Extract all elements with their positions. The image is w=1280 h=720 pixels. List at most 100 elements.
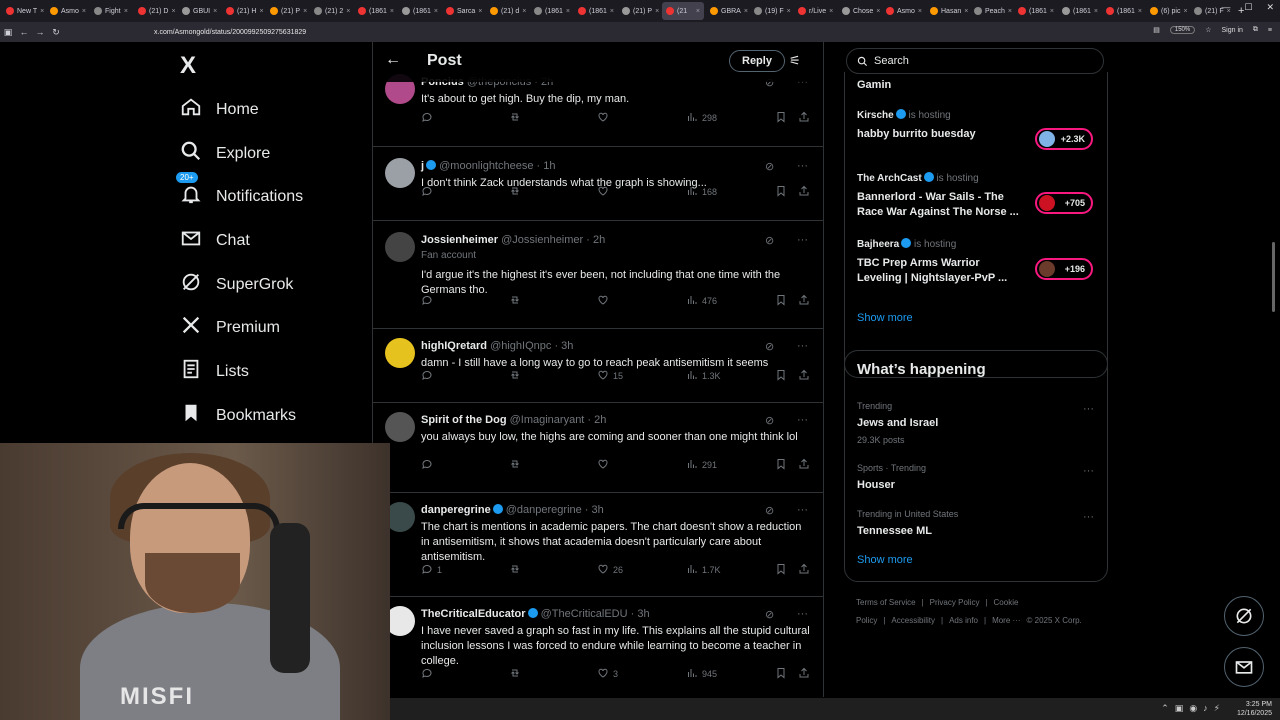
browser-tab[interactable]: Hasan × <box>926 2 968 20</box>
browser-tab[interactable]: GBRA × <box>706 2 748 20</box>
reply-action[interactable] <box>421 185 437 199</box>
live-title[interactable]: TBC Prep Arms Warrior Leveling | Nightsl… <box>857 256 1027 286</box>
tab-close-icon[interactable]: × <box>434 8 438 15</box>
browser-tab[interactable]: (21) d × <box>486 2 528 20</box>
live-host[interactable]: Bajheera is hosting <box>857 238 956 250</box>
views-action[interactable]: 476 <box>686 294 717 308</box>
tab-close-icon[interactable]: × <box>829 8 833 15</box>
trend-name[interactable]: Houser <box>857 479 895 491</box>
sign-in-button[interactable]: Sign in <box>1222 27 1243 34</box>
share-action[interactable] <box>798 667 810 681</box>
avatar[interactable] <box>385 412 415 442</box>
sidebar-toggle-icon[interactable]: ▣ <box>0 27 16 38</box>
reply-tweet[interactable]: Jossienheimer @Jossienheimer · 2h ⊘ ··· Fan… <box>373 220 823 329</box>
nav-item-premium[interactable]: Premium <box>180 314 280 341</box>
reply-action[interactable] <box>421 369 437 383</box>
bookmark-action[interactable] <box>775 563 787 577</box>
tab-close-icon[interactable]: × <box>655 8 659 15</box>
trend-more-icon[interactable]: ··· <box>1083 403 1094 415</box>
trend-name[interactable]: Tennessee ML <box>857 525 932 537</box>
like-action[interactable] <box>597 185 613 199</box>
browser-tab[interactable]: (21) P × <box>266 2 308 20</box>
reply-button[interactable]: Reply <box>729 50 785 72</box>
system-tray-icons[interactable]: ⌃ ▣ ◉ ♪ ⚡ <box>1161 703 1220 714</box>
share-action[interactable] <box>798 369 810 383</box>
author-handle[interactable]: @Jossienheimer <box>501 234 583 246</box>
grok-explain-icon[interactable]: ⊘ <box>765 340 774 353</box>
grok-explain-icon[interactable]: ⊘ <box>765 414 774 427</box>
tab-close-icon[interactable]: × <box>744 8 748 15</box>
repost-action[interactable] <box>509 294 521 308</box>
reply-action[interactable] <box>421 458 437 472</box>
post-time[interactable]: 1h <box>543 160 555 172</box>
post-time[interactable]: 3h <box>592 504 604 516</box>
taskbar-clock[interactable]: 3:25 PM 12/16/2025 <box>1237 700 1272 718</box>
reader-icon[interactable]: ▤ <box>1153 26 1160 34</box>
tab-close-icon[interactable]: × <box>171 8 175 15</box>
more-options-icon[interactable]: ··· <box>797 608 808 620</box>
author-handle[interactable]: @TheCriticalEDU <box>541 608 628 620</box>
browser-tab[interactable]: r/Live × <box>794 2 836 20</box>
tab-close-icon[interactable]: × <box>610 8 614 15</box>
live-listeners-badge[interactable]: +196 <box>1035 258 1093 280</box>
zoom-level[interactable]: 150% <box>1169 26 1196 34</box>
browser-tab[interactable]: (21) H × <box>222 2 264 20</box>
trend-more-icon[interactable]: ··· <box>1083 511 1094 523</box>
live-title[interactable]: Gamin <box>857 78 1027 93</box>
author-name[interactable]: Jossienheimer <box>421 234 498 246</box>
footer-link[interactable]: Ads info <box>949 616 978 625</box>
tab-close-icon[interactable]: × <box>696 8 700 15</box>
browser-tab[interactable]: (21) D × <box>134 2 176 20</box>
browser-tab[interactable]: (1861 × <box>1014 2 1056 20</box>
back-arrow-icon[interactable]: ← <box>385 51 401 69</box>
reply-action[interactable] <box>421 667 437 681</box>
post-time[interactable]: 2h <box>594 414 606 426</box>
browser-tab[interactable]: New T × <box>2 2 44 20</box>
reply-tweet[interactable]: Poncius @theponcius · 2h ⊘ ··· It's about t… <box>373 72 823 147</box>
views-action[interactable]: 945 <box>686 667 717 681</box>
trend-name[interactable]: Jews and Israel <box>857 417 938 429</box>
more-options-icon[interactable]: ··· <box>797 504 808 516</box>
tab-close-icon[interactable]: × <box>478 8 482 15</box>
browser-tab[interactable]: (21) 2 × <box>310 2 352 20</box>
bookmark-action[interactable] <box>775 185 787 199</box>
bookmark-action[interactable] <box>775 369 787 383</box>
author-handle[interactable]: @highIQnpc <box>490 340 551 352</box>
tab-close-icon[interactable]: × <box>40 8 44 15</box>
more-options-icon[interactable]: ··· <box>797 340 808 352</box>
tab-close-icon[interactable]: × <box>1008 8 1012 15</box>
live-show-more-link[interactable]: Show more <box>857 312 913 324</box>
like-action[interactable]: 26 <box>597 563 623 577</box>
grok-fab-button[interactable] <box>1224 596 1264 636</box>
nav-item-chat[interactable]: Chat <box>180 227 250 254</box>
reply-tweet[interactable]: highIQretard @highIQnpc · 3h ⊘ ··· damn - I… <box>373 328 823 403</box>
views-action[interactable]: 1.7K <box>686 563 721 577</box>
reply-action[interactable] <box>421 294 437 308</box>
browser-tab[interactable]: (19) F × <box>750 2 792 20</box>
views-action[interactable]: 1.3K <box>686 369 721 383</box>
author-handle[interactable]: @Imaginaryant <box>510 414 585 426</box>
tab-close-icon[interactable]: × <box>787 8 791 15</box>
reply-tweet[interactable]: j @moonlightcheese · 1h ⊘ ··· I don't think… <box>373 146 823 221</box>
reply-tweet[interactable]: danperegrine @danperegrine · 3h ⊘ ··· The c… <box>373 492 823 597</box>
views-action[interactable]: 298 <box>686 111 717 125</box>
more-options-icon[interactable]: ··· <box>797 234 808 246</box>
nav-item-supergrok[interactable]: SuperGrok <box>180 271 293 298</box>
tab-close-icon[interactable]: × <box>390 8 394 15</box>
share-action[interactable] <box>798 294 810 308</box>
views-action[interactable]: 291 <box>686 458 717 472</box>
author-name[interactable]: Spirit of the Dog <box>421 414 507 426</box>
author-name[interactable]: TheCriticalEducator <box>421 608 526 620</box>
share-action[interactable] <box>798 185 810 199</box>
browser-tab[interactable]: Sarca × <box>442 2 484 20</box>
like-action[interactable]: 3 <box>597 667 618 681</box>
extensions-icon[interactable]: ⧉ <box>1253 26 1258 34</box>
nav-item-explore[interactable]: Explore <box>180 140 270 167</box>
browser-tab[interactable]: Peach × <box>970 2 1012 20</box>
trends-show-more-link[interactable]: Show more <box>857 554 913 566</box>
reply-action[interactable] <box>421 111 437 125</box>
nav-item-bookmarks[interactable]: Bookmarks <box>180 402 296 429</box>
maximize-button[interactable]: ☐ <box>1244 2 1252 13</box>
repost-action[interactable] <box>509 111 521 125</box>
browser-tab[interactable]: Asmo × <box>46 2 88 20</box>
